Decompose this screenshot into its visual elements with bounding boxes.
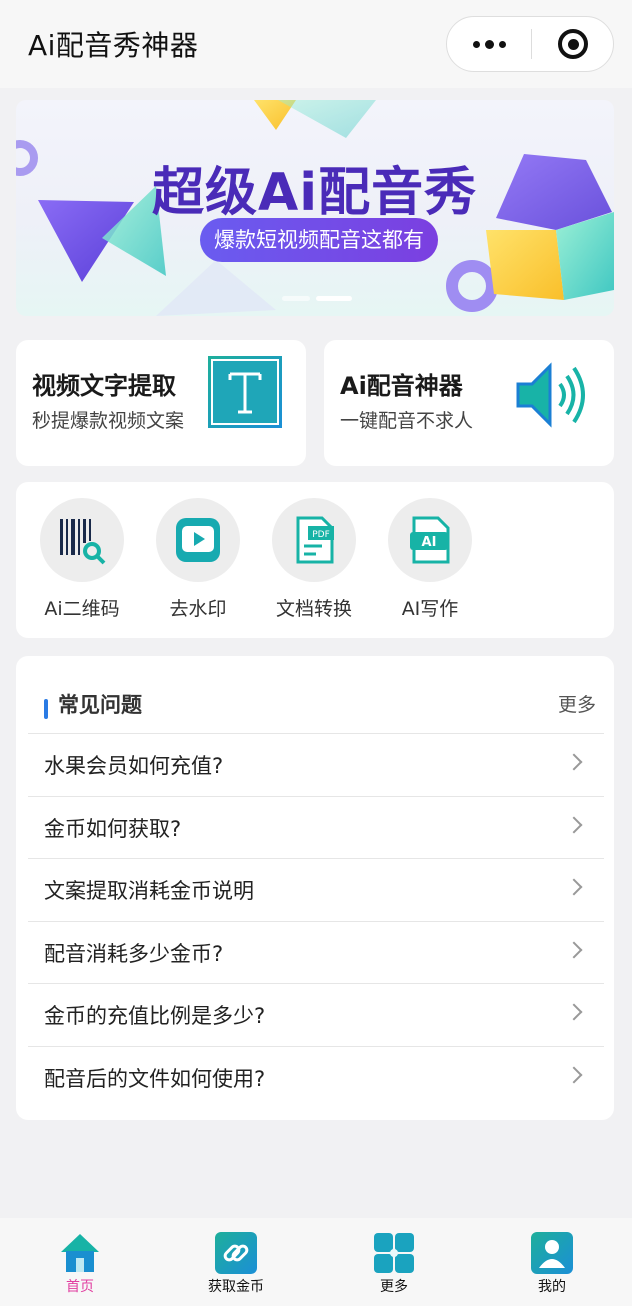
grid-icon	[373, 1232, 415, 1274]
tool-remove-watermark[interactable]: 去水印	[148, 498, 248, 621]
tab-get-coins[interactable]: 获取金币	[186, 1232, 286, 1296]
faq-item[interactable]: 金币如何获取?	[28, 795, 604, 859]
faq-item[interactable]: 配音消耗多少金币?	[28, 920, 604, 984]
chevron-right-icon	[565, 1066, 583, 1083]
carousel-dot	[282, 296, 310, 301]
feature-title: Ai配音神器	[340, 372, 463, 400]
user-icon	[531, 1232, 573, 1274]
tab-label: 获取金币	[208, 1279, 264, 1295]
home-icon	[59, 1232, 101, 1274]
tab-label: 我的	[538, 1279, 566, 1295]
banner-title: 超级Ai配音秀	[152, 163, 478, 223]
tool-ai-writing[interactable]: AI AI写作	[380, 498, 480, 621]
feature-subtitle: 一键配音不求人	[340, 410, 474, 432]
ai-document-icon: AI	[410, 516, 450, 564]
section-accent-bar	[44, 699, 48, 719]
barcode-search-icon	[60, 519, 106, 565]
svg-text:PDF: PDF	[312, 530, 330, 540]
mini-program-capsule	[446, 16, 614, 72]
tool-document-convert[interactable]: PDF 文档转换	[264, 498, 364, 621]
tool-label: Ai二维码	[44, 598, 120, 620]
tab-more[interactable]: 更多	[344, 1232, 444, 1296]
bottom-tab-bar: 首页 获取金币 更多 我的	[0, 1218, 632, 1306]
faq-more-link[interactable]: 更多	[558, 690, 596, 717]
tool-label: 文档转换	[275, 598, 352, 620]
tab-label: 更多	[380, 1279, 408, 1295]
chevron-right-icon	[565, 816, 583, 833]
feature-subtitle: 秒提爆款视频文案	[32, 410, 185, 432]
faq-item[interactable]: 配音后的文件如何使用?	[28, 1045, 604, 1109]
speaker-icon	[512, 354, 592, 434]
carousel-indicator	[282, 296, 352, 301]
video-play-icon	[176, 518, 220, 562]
faq-list: 水果会员如何充值? 金币如何获取? 文案提取消耗金币说明 配音消耗多少金币? 金…	[28, 733, 604, 1108]
faq-item[interactable]: 文案提取消耗金币说明	[28, 858, 604, 921]
faq-question: 配音消耗多少金币?	[44, 941, 224, 966]
chevron-right-icon	[565, 1003, 583, 1021]
tools-panel: Ai二维码 去水印 PDF 文档转换 AI AI写作	[16, 482, 614, 638]
faq-question: 水果会员如何充值?	[44, 754, 224, 778]
chevron-right-icon	[565, 878, 583, 896]
banner-subtitle: 爆款短视频配音这都有	[200, 218, 438, 262]
faq-question: 金币的充值比例是多少?	[44, 1004, 266, 1028]
faq-question: 金币如何获取?	[44, 816, 182, 841]
faq-title: 常见问题	[58, 693, 142, 717]
text-t-icon	[208, 356, 282, 428]
tab-profile[interactable]: 我的	[502, 1232, 602, 1296]
tab-home[interactable]: 首页	[30, 1232, 130, 1296]
tab-label: 首页	[66, 1279, 94, 1295]
faq-panel: 常见问题 更多 水果会员如何充值? 金币如何获取? 文案提取消耗金币说明 配音消…	[16, 656, 614, 1120]
ai-dubbing-card[interactable]: Ai配音神器 一键配音不求人	[324, 340, 614, 466]
chevron-right-icon	[565, 941, 583, 958]
carousel-dot-active	[316, 296, 352, 301]
faq-question: 文案提取消耗金币说明	[44, 879, 254, 903]
faq-item[interactable]: 水果会员如何充值?	[28, 733, 604, 796]
promo-banner[interactable]: 超级Ai配音秀 爆款短视频配音这都有	[16, 100, 614, 316]
more-dots-icon[interactable]	[447, 17, 531, 71]
tool-label: 去水印	[169, 598, 227, 620]
chevron-right-icon	[565, 753, 583, 771]
tool-label: AI写作	[401, 598, 459, 620]
faq-question: 配音后的文件如何使用?	[44, 1066, 266, 1091]
target-circle-icon[interactable]	[532, 17, 614, 71]
feature-title: 视频文字提取	[32, 372, 176, 400]
video-text-extract-card[interactable]: 视频文字提取 秒提爆款视频文案	[16, 340, 306, 466]
pdf-document-icon: PDF	[296, 516, 334, 564]
link-icon	[215, 1232, 257, 1274]
svg-text:AI: AI	[422, 535, 437, 550]
faq-item[interactable]: 金币的充值比例是多少?	[28, 983, 604, 1046]
app-title: Ai配音秀神器	[28, 29, 199, 62]
title-bar: Ai配音秀神器	[0, 0, 632, 88]
tool-ai-qrcode[interactable]: Ai二维码	[32, 498, 132, 621]
